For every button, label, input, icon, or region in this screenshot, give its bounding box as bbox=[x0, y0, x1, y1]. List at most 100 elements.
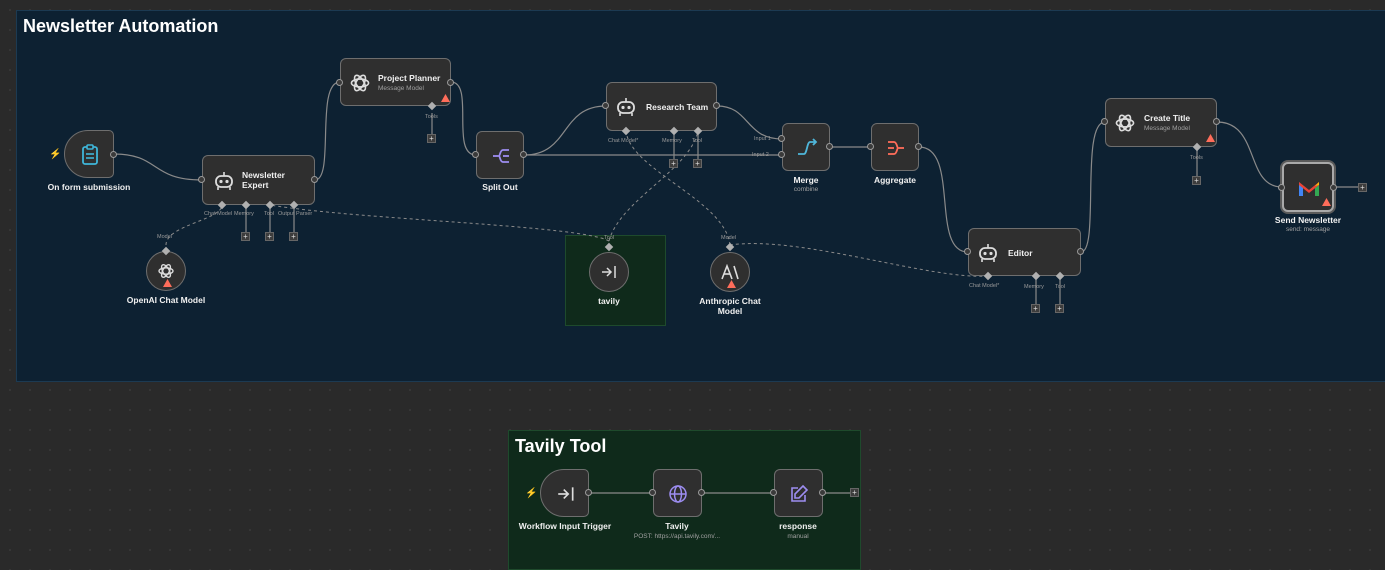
node-title: Project Planner bbox=[378, 73, 441, 83]
node-merge[interactable] bbox=[782, 123, 830, 171]
port-label: Tool bbox=[264, 211, 275, 217]
port-label: Chat Model bbox=[204, 211, 233, 217]
port-label: Model bbox=[721, 235, 736, 241]
wire-anthropic-research bbox=[625, 130, 731, 246]
input-port[interactable] bbox=[472, 151, 479, 158]
output-port[interactable] bbox=[447, 79, 454, 86]
split-icon bbox=[489, 144, 513, 168]
output-port[interactable] bbox=[311, 176, 318, 183]
output-port[interactable] bbox=[826, 143, 833, 150]
gmail-icon bbox=[1296, 177, 1322, 199]
node-label: OpenAI Chat Model bbox=[126, 295, 206, 305]
input-port[interactable] bbox=[964, 248, 971, 255]
add-tool-button[interactable]: + bbox=[1055, 304, 1064, 313]
trigger-bolt-icon: ⚡ bbox=[525, 488, 538, 499]
robot-icon bbox=[613, 94, 639, 120]
node-tavily-http[interactable] bbox=[653, 469, 702, 517]
input-port[interactable] bbox=[1101, 118, 1108, 125]
input-port[interactable] bbox=[867, 143, 874, 150]
add-tool-button[interactable]: + bbox=[265, 232, 274, 241]
enter-icon bbox=[599, 262, 619, 282]
output-port[interactable] bbox=[1213, 118, 1220, 125]
node-openai-chat-model[interactable] bbox=[146, 251, 186, 291]
input-port[interactable] bbox=[198, 176, 205, 183]
output-port[interactable] bbox=[585, 489, 592, 496]
add-output-parser-button[interactable]: + bbox=[289, 232, 298, 241]
add-memory-button[interactable]: + bbox=[1031, 304, 1040, 313]
openai-icon bbox=[1112, 110, 1138, 136]
node-newsletter-expert[interactable]: Newsletter Expert bbox=[202, 155, 315, 205]
port-label: Model bbox=[157, 234, 172, 240]
node-label: Merge bbox=[793, 175, 819, 185]
node-editor[interactable]: Editor bbox=[968, 228, 1081, 276]
port-label: Chat Model* bbox=[969, 283, 1000, 289]
node-label: response bbox=[779, 521, 817, 531]
node-title: Newsletter Expert bbox=[242, 170, 285, 190]
port-label: Chat Model* bbox=[608, 138, 639, 144]
node-anthropic-chat-model[interactable] bbox=[710, 252, 750, 292]
output-port[interactable] bbox=[698, 489, 705, 496]
add-next-node-button[interactable]: + bbox=[850, 488, 859, 497]
output-port[interactable] bbox=[1330, 184, 1337, 191]
node-on-form-submission[interactable] bbox=[64, 130, 114, 178]
input-port[interactable] bbox=[649, 489, 656, 496]
output-port[interactable] bbox=[915, 143, 922, 150]
warning-icon bbox=[441, 94, 450, 102]
node-label: Split Out bbox=[482, 182, 518, 192]
node-title: Editor bbox=[1008, 248, 1033, 258]
aggregate-icon bbox=[884, 136, 908, 160]
trigger-bolt-icon: ⚡ bbox=[49, 149, 62, 160]
node-project-planner[interactable]: Project Planner Message Model bbox=[340, 58, 451, 106]
wire-tavily-research bbox=[608, 130, 699, 242]
warning-icon bbox=[727, 280, 736, 288]
node-split-out[interactable] bbox=[476, 131, 524, 179]
node-workflow-input-trigger[interactable] bbox=[540, 469, 589, 517]
node-label: On form submission bbox=[47, 182, 131, 192]
robot-icon bbox=[211, 168, 237, 194]
node-tavily-tool[interactable] bbox=[589, 252, 629, 292]
input-port-2[interactable] bbox=[778, 151, 785, 158]
node-aggregate[interactable] bbox=[871, 123, 919, 171]
wire-aggregate-editor bbox=[918, 146, 969, 253]
port-label: Memory bbox=[662, 138, 682, 144]
input-port[interactable] bbox=[336, 79, 343, 86]
input-port[interactable] bbox=[1278, 184, 1285, 191]
output-port[interactable] bbox=[713, 102, 720, 109]
output-port[interactable] bbox=[520, 151, 527, 158]
node-subtitle: Message Model bbox=[1144, 125, 1190, 132]
node-send-newsletter[interactable] bbox=[1282, 162, 1334, 212]
port-label: Output Parser bbox=[278, 211, 313, 217]
add-memory-button[interactable]: + bbox=[241, 232, 250, 241]
warning-icon bbox=[1206, 134, 1215, 142]
robot-icon bbox=[975, 240, 1001, 266]
wire-planner-split bbox=[450, 81, 477, 156]
wire-editor-title bbox=[1080, 121, 1106, 253]
add-memory-button[interactable]: + bbox=[669, 159, 678, 168]
node-label: tavily bbox=[598, 296, 620, 306]
wire-title-send bbox=[1216, 121, 1283, 188]
add-next-node-button[interactable]: + bbox=[1358, 183, 1367, 192]
output-port[interactable] bbox=[1077, 248, 1084, 255]
anthropic-icon bbox=[719, 262, 741, 282]
add-tools-button[interactable]: + bbox=[427, 134, 436, 143]
port-label: Tools bbox=[1190, 155, 1203, 161]
node-research-team[interactable]: Research Team bbox=[606, 82, 717, 131]
output-port[interactable] bbox=[819, 489, 826, 496]
node-create-title[interactable]: Create Title Message Model bbox=[1105, 98, 1217, 147]
port-label: Tools bbox=[425, 114, 438, 120]
add-tool-button[interactable]: + bbox=[693, 159, 702, 168]
input-port[interactable] bbox=[602, 102, 609, 109]
node-subtitle: send: message bbox=[1285, 226, 1331, 233]
wire-form-expert bbox=[113, 153, 203, 181]
add-tools-button[interactable]: + bbox=[1192, 176, 1201, 185]
wire-expert-planner bbox=[314, 81, 341, 181]
input-port[interactable] bbox=[770, 489, 777, 496]
node-subtitle: Message Model bbox=[378, 85, 424, 92]
input-port-1[interactable] bbox=[778, 135, 785, 142]
output-port[interactable] bbox=[110, 151, 117, 158]
node-subtitle: POST: https://api.tavily.com/... bbox=[633, 533, 721, 540]
enter-icon bbox=[554, 482, 578, 506]
node-label: Send Newsletter bbox=[1274, 215, 1342, 225]
warning-icon bbox=[1322, 198, 1331, 206]
node-response[interactable] bbox=[774, 469, 823, 517]
